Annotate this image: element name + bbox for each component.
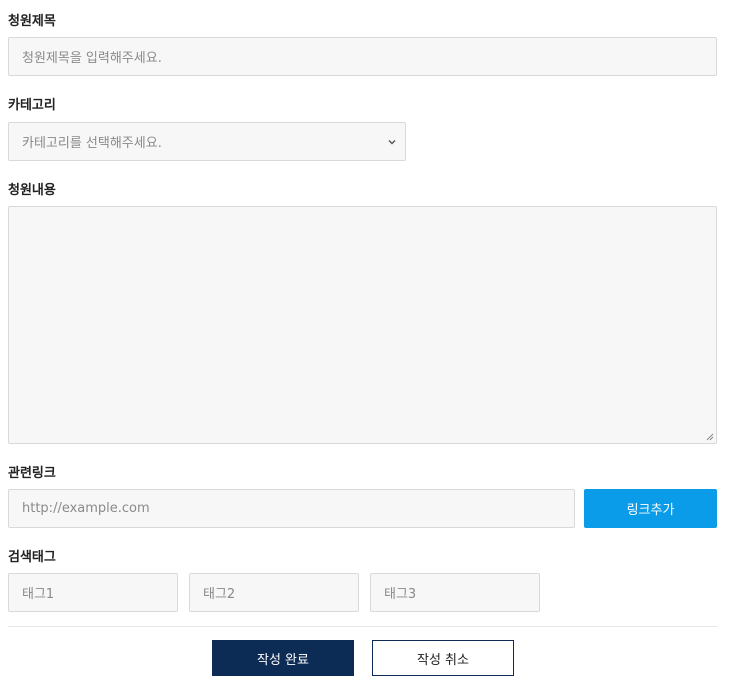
title-input-placeholder: 청원제목을 입력해주세요. [22, 51, 162, 66]
tag-input-1[interactable]: 태그1 [8, 573, 178, 612]
title-input[interactable]: 청원제목을 입력해주세요. [8, 37, 717, 76]
tag-input-2[interactable]: 태그2 [189, 573, 359, 612]
resize-grip-icon[interactable] [706, 433, 714, 441]
category-select[interactable]: 카테고리를 선택해주세요. [8, 122, 406, 161]
add-link-button[interactable]: 링크추가 [584, 489, 717, 528]
link-input[interactable]: http://example.com [8, 489, 575, 528]
tag-input-3[interactable]: 태그3 [370, 573, 540, 612]
link-input-placeholder: http://example.com [22, 501, 150, 516]
category-label: 카테고리 [8, 98, 56, 113]
content-label: 청원내용 [8, 183, 56, 198]
tag-input-2-placeholder: 태그2 [203, 587, 236, 602]
tags-label: 검색태그 [8, 550, 56, 565]
cancel-button[interactable]: 작성 취소 [372, 640, 514, 676]
title-label: 청원제목 [8, 14, 56, 29]
divider [8, 626, 717, 627]
category-select-value: 카테고리를 선택해주세요. [22, 136, 162, 151]
tag-input-1-placeholder: 태그1 [22, 587, 55, 602]
link-label: 관련링크 [8, 466, 56, 481]
tag-input-3-placeholder: 태그3 [384, 587, 417, 602]
submit-button[interactable]: 작성 완료 [212, 640, 354, 676]
content-textarea[interactable] [8, 206, 717, 444]
chevron-down-icon [388, 139, 396, 144]
